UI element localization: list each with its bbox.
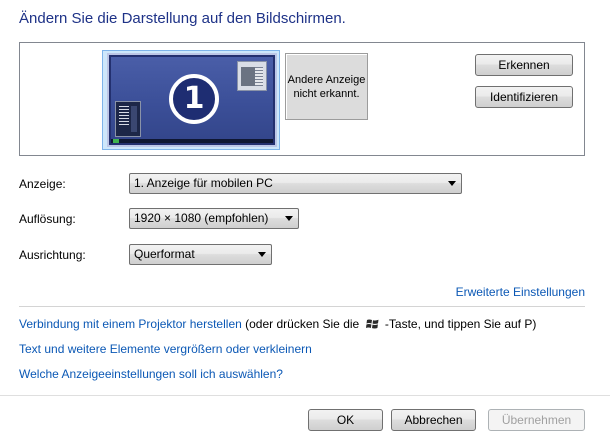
which-settings-link[interactable]: Welche Anzeigeeinstellungen soll ich aus… xyxy=(19,367,283,381)
monitor-2-text-line2: nicht erkannt. xyxy=(293,87,360,100)
orientation-label: Ausrichtung: xyxy=(19,248,86,262)
desktop-window-thumbnail xyxy=(237,61,267,91)
text-size-link[interactable]: Text und weitere Elemente vergrößern ode… xyxy=(19,342,312,356)
resolution-select-value: 1920 × 1080 (empfohlen) xyxy=(134,211,269,225)
detect-button[interactable]: Erkennen xyxy=(475,54,573,76)
page-title: Ändern Sie die Darstellung auf den Bilds… xyxy=(19,10,346,27)
projector-row: Verbindung mit einem Projektor herstelle… xyxy=(19,317,536,331)
identify-button[interactable]: Identifizieren xyxy=(475,86,573,108)
apply-button[interactable]: Übernehmen xyxy=(488,409,585,431)
resolution-select[interactable]: 1920 × 1080 (empfohlen) xyxy=(129,208,299,229)
monitor-1-desktop: 1 xyxy=(111,57,273,143)
display-select-value: 1. Anzeige für mobilen PC xyxy=(134,176,273,190)
chevron-down-icon xyxy=(448,181,456,186)
display-select[interactable]: 1. Anzeige für mobilen PC xyxy=(129,173,462,194)
divider xyxy=(19,306,585,307)
display-label: Anzeige: xyxy=(19,177,66,191)
display-preview-area[interactable]: 1 Andere Anzeige nicht erkannt. Erkennen… xyxy=(19,42,585,156)
projector-hint-after: -Taste, und tippen Sie auf P) xyxy=(384,317,537,331)
monitor-2-text-line1: Andere Anzeige xyxy=(287,73,366,86)
windows-logo-icon xyxy=(365,319,379,329)
chevron-down-icon xyxy=(285,216,293,221)
resolution-label: Auflösung: xyxy=(19,212,76,226)
desktop-taskbar xyxy=(111,139,273,143)
desktop-window-thumbnail xyxy=(115,101,141,137)
cancel-button[interactable]: Abbrechen xyxy=(391,409,476,431)
projector-hint-before: (oder drücken Sie die xyxy=(245,317,360,331)
orientation-select[interactable]: Querformat xyxy=(129,244,272,265)
chevron-down-icon xyxy=(258,252,266,257)
dialog-footer: OK Abbrechen Übernehmen xyxy=(0,395,610,443)
start-button-icon xyxy=(113,139,119,143)
advanced-settings-link[interactable]: Erweiterte Einstellungen xyxy=(456,285,585,299)
projector-link[interactable]: Verbindung mit einem Projektor herstelle… xyxy=(19,317,242,331)
orientation-select-value: Querformat xyxy=(134,247,195,261)
ok-button[interactable]: OK xyxy=(308,409,383,431)
monitor-1[interactable]: 1 xyxy=(107,53,277,147)
monitor-2-not-detected[interactable]: Andere Anzeige nicht erkannt. xyxy=(285,53,368,120)
monitor-number-badge: 1 xyxy=(169,74,219,124)
